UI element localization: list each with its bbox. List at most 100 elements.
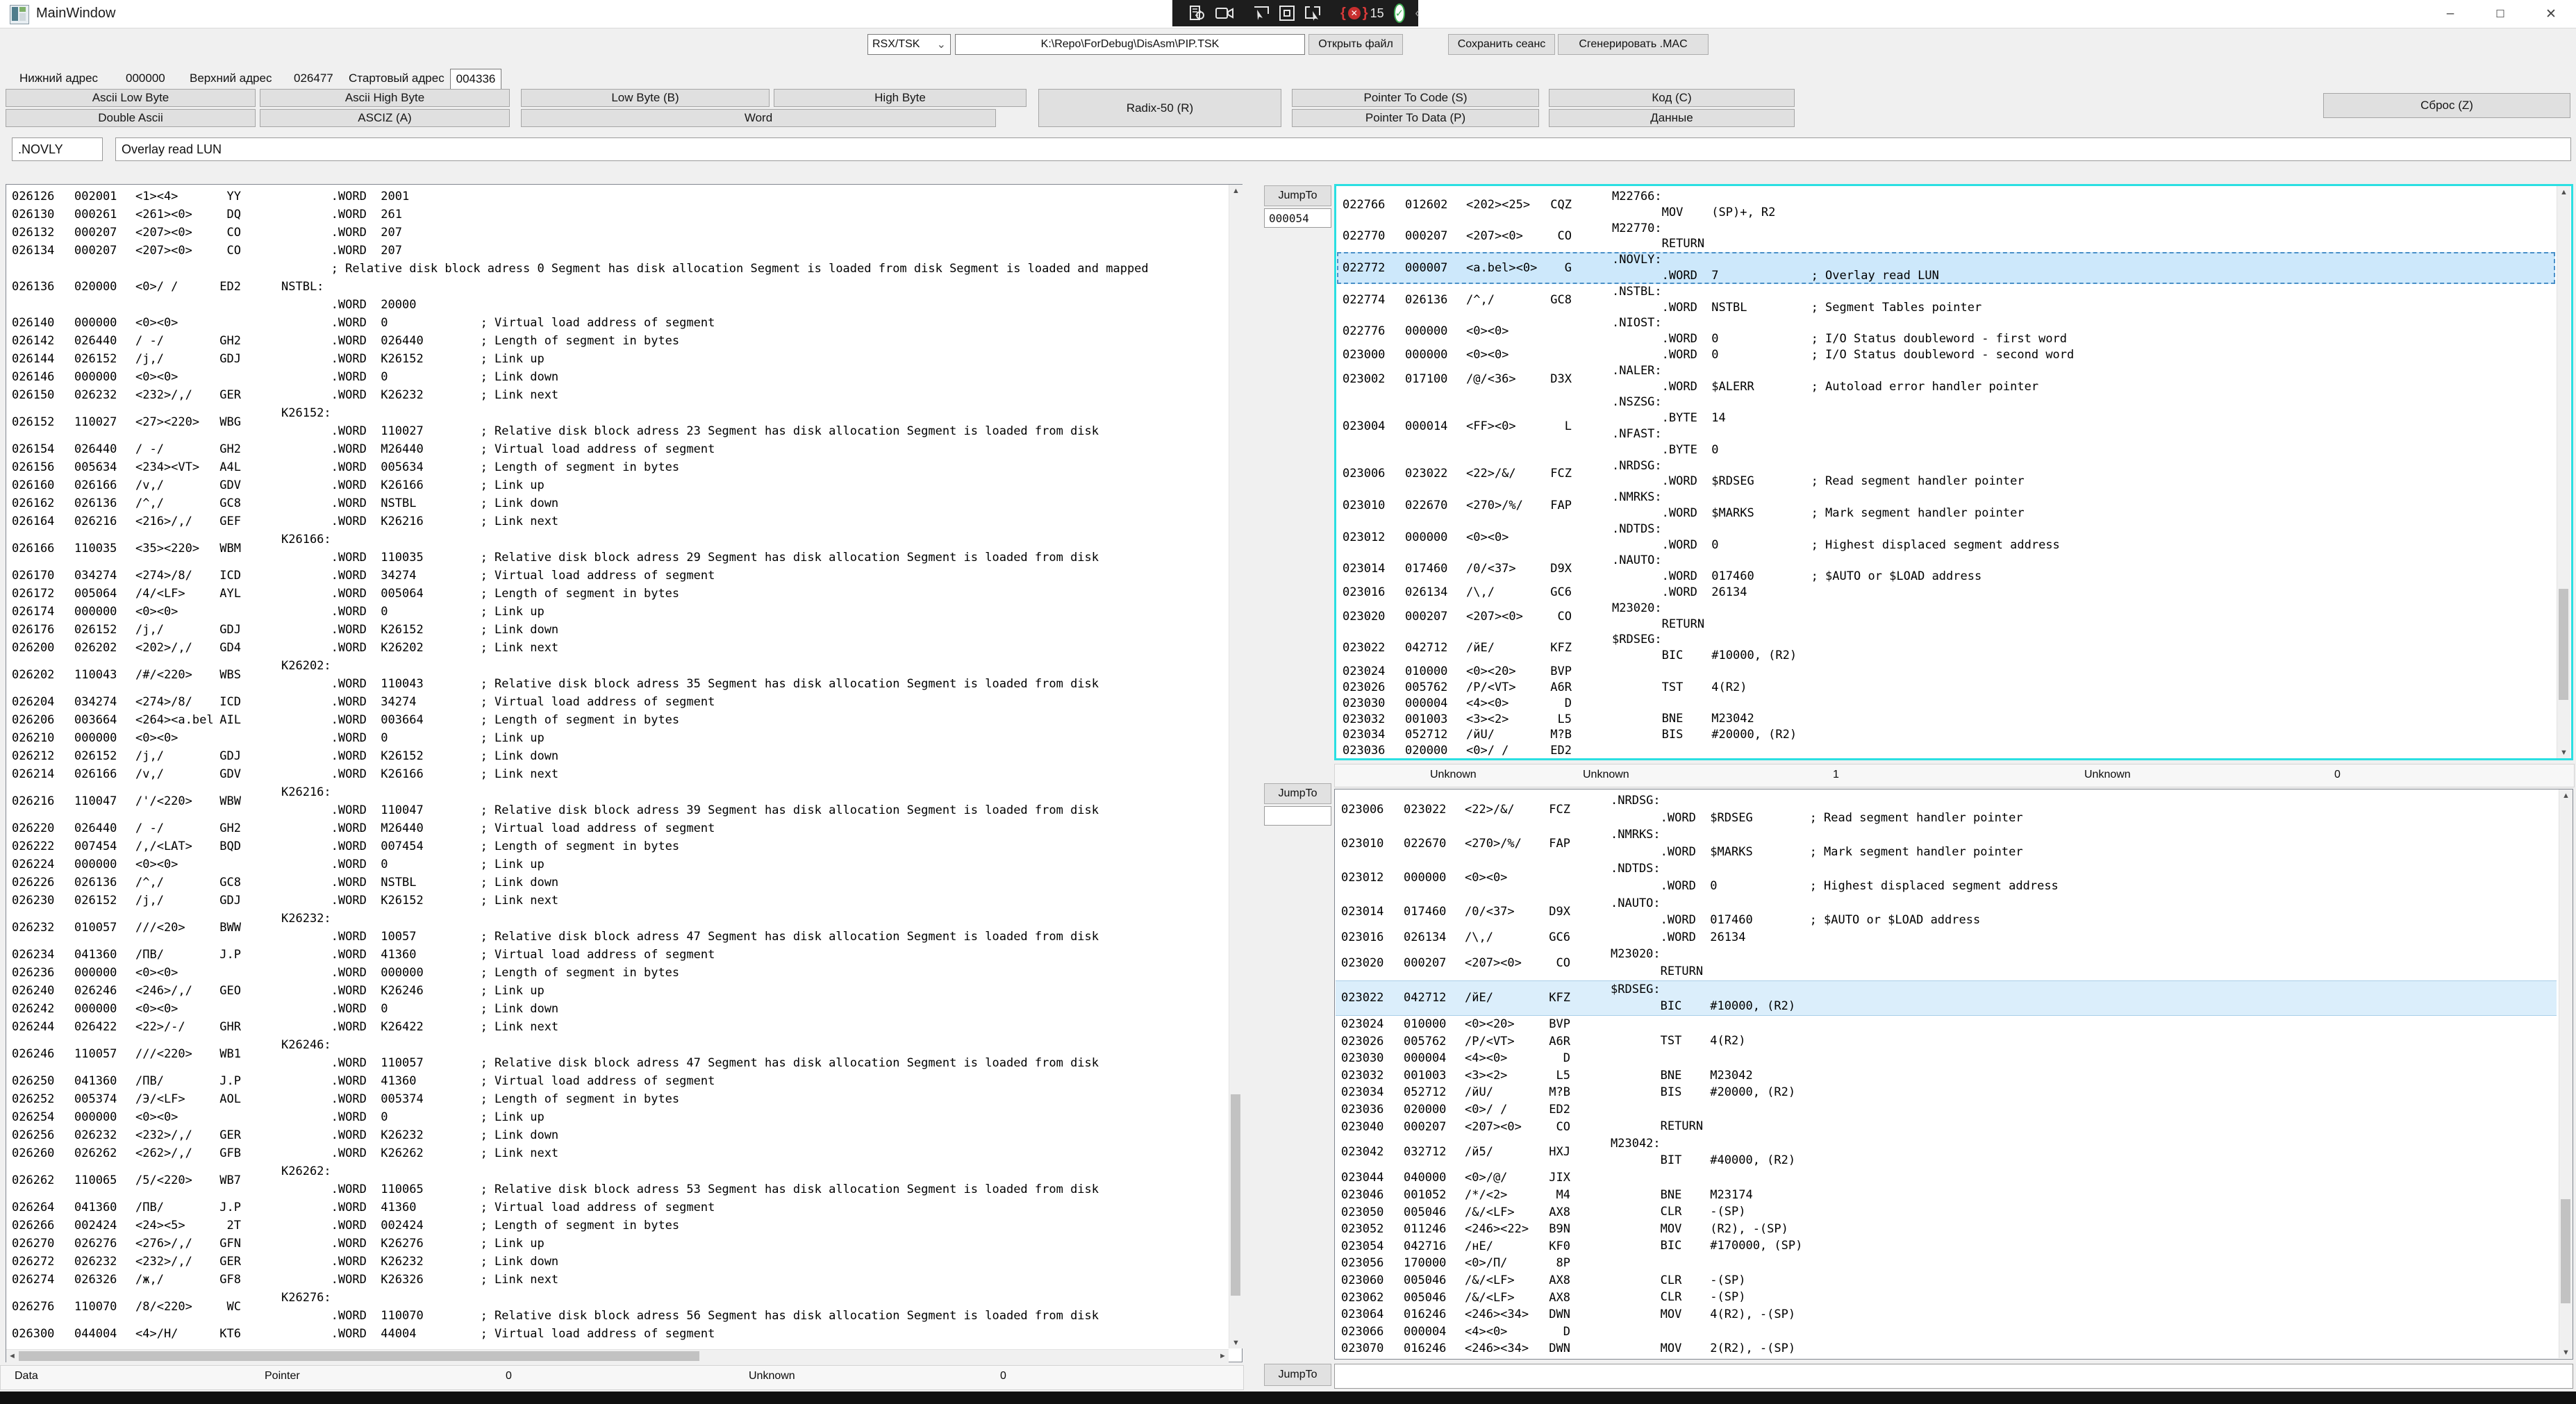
listing-row[interactable]: 026264041360/ПВ/J.P .WORD 41360 ; Virtua…	[6, 1198, 1227, 1217]
pointer-to-data-button[interactable]: Pointer To Data (P)	[1292, 109, 1539, 127]
listing-row[interactable]: 026266002424<24><5>2T .WORD 002424 ; Len…	[6, 1217, 1227, 1235]
listing-row[interactable]: 026272026232<232>/,/GER .WORD K26232 ; L…	[6, 1253, 1227, 1271]
listing-row[interactable]: 026132000207<207><0>CO .WORD 207	[6, 224, 1227, 242]
log-target-icon[interactable]	[1189, 5, 1206, 22]
scrollbar-vertical[interactable]: ▲ ▼	[2557, 186, 2570, 758]
listing-row[interactable]: 026150026232<232>/,/GER .WORD K26232 ; L…	[6, 386, 1227, 404]
listing-row[interactable]: 026216110047/'/<220>WBWK26216: .WORD 110…	[6, 783, 1227, 819]
listing-row[interactable]: 023044040000<0>/@/JIX	[1336, 1169, 2557, 1187]
ascii-high-byte-button[interactable]: Ascii High Byte	[260, 89, 510, 107]
listing-row[interactable]: 023060005046/&/<LF>AX8 CLR -(SP)	[1336, 1272, 2557, 1289]
disassembly-listing-top[interactable]: 022766012602<202><25>CQZM22766: MOV (SP)…	[1337, 189, 2555, 757]
jumpto-button-top[interactable]: JumpTo	[1264, 185, 1331, 206]
listing-row[interactable]: 026230026152/j,/GDJ .WORD K26152 ; Link …	[6, 892, 1227, 910]
listing-row[interactable]: 026144026152/j,/GDJ .WORD K26152 ; Link …	[6, 350, 1227, 368]
listing-row[interactable]: 023016026134/\,/GC6 .WORD 26134	[1337, 585, 2555, 601]
listing-row[interactable]: 026206003664<264><a.belAIL .WORD 003664 …	[6, 711, 1227, 729]
reset-button[interactable]: Сброс (Z)	[2323, 93, 2570, 118]
listing-row[interactable]: 026260026262<262>/,/GFB .WORD K26262 ; L…	[6, 1144, 1227, 1162]
listing-row[interactable]: 023042032712/й5/HXJM23042: BIT #40000, (…	[1336, 1135, 2557, 1169]
scrollbar-vertical[interactable]: ▲ ▼	[1229, 185, 1243, 1348]
radix50-button[interactable]: Radix-50 (R)	[1038, 89, 1281, 127]
listing-row[interactable]: 026270026276<276>/,/GFN .WORD K26276 ; L…	[6, 1235, 1227, 1253]
scrollbar-vertical[interactable]: ▲ ▼	[2559, 789, 2573, 1358]
listing-row[interactable]: 026244026422<22>/-/GHR .WORD K26422 ; Li…	[6, 1018, 1227, 1036]
listing-row[interactable]: 023054042716/нЕ/KF0 BIC #170000, (SP)	[1336, 1237, 2557, 1255]
disassembly-listing-main[interactable]: 026126002001<1><4>YY .WORD 2001026130000…	[6, 187, 1227, 1347]
code-button[interactable]: Код (C)	[1549, 89, 1795, 107]
listing-row[interactable]: 022774026136/^,/GC8.NSTBL: .WORD NSTBL ;…	[1337, 284, 2555, 316]
listing-row[interactable]: 023036020000<0>/ /ED2	[1336, 1101, 2557, 1119]
listing-row[interactable]: 023030000004<4><0>D	[1336, 1050, 2557, 1067]
listing-row[interactable]: 023010022670<270>/%/FAP.NMRKS: .WORD $MA…	[1336, 826, 2557, 860]
listing-row[interactable]: 026242000000<0><0> .WORD 0 ; Link down	[6, 1000, 1227, 1018]
ascii-low-byte-button[interactable]: Ascii Low Byte	[6, 89, 256, 107]
listing-row[interactable]: 026176026152/j,/GDJ .WORD K26152 ; Link …	[6, 621, 1227, 639]
listing-row[interactable]: 026240026246<246>/,/GEO .WORD K26246 ; L…	[6, 982, 1227, 1000]
listing-row[interactable]: 026232010057///<20>BWWK26232: .WORD 1005…	[6, 910, 1227, 946]
disassembly-listing-bottom[interactable]: 023006023022<22>/&/FCZ.NRDSG: .WORD $RDS…	[1336, 792, 2557, 1357]
listing-row[interactable]: 026212026152/j,/GDJ .WORD K26152 ; Link …	[6, 747, 1227, 765]
listing-row[interactable]: 023020000207<207><0>COM23020: RETURN	[1337, 601, 2555, 633]
listing-row[interactable]: 026164026216<216>/,/GEF .WORD K26216 ; L…	[6, 512, 1227, 530]
listing-row[interactable]: 023030000004<4><0>D	[1337, 696, 2555, 712]
listing-row[interactable]: 026224000000<0><0> .WORD 0 ; Link up	[6, 855, 1227, 874]
listing-row[interactable]: 022766012602<202><25>CQZM22766: MOV (SP)…	[1337, 189, 2555, 221]
generate-mac-button[interactable]: Сгенерировать .MAC	[1558, 34, 1709, 55]
scroll-left-icon[interactable]: ◄	[6, 1350, 18, 1362]
listing-row[interactable]: 023012000000<0><0>.NDTDS: .WORD 0 ; High…	[1337, 521, 2555, 553]
listing-row[interactable]: 026222007454/,/<LAT>BQD .WORD 007454 ; L…	[6, 837, 1227, 855]
listing-row-selected[interactable]: 022772000007<a.bel><0>G.NOVLY: .WORD 7 ;…	[1337, 252, 2555, 284]
listing-row[interactable]: 023066000004<4><0>D	[1336, 1323, 2557, 1340]
listing-row[interactable]: 026252005374/Э/<LF>AOL .WORD 005374 ; Le…	[6, 1090, 1227, 1108]
low-byte-button[interactable]: Low Byte (B)	[521, 89, 770, 107]
listing-row[interactable]: 023034052712/йU/M?B BIS #20000, (R2)	[1336, 1084, 2557, 1101]
scroll-down-icon[interactable]: ▼	[1229, 1337, 1243, 1348]
listing-row[interactable]: 026300044004<4>/H/KT6 .WORD 44004 ; Virt…	[6, 1325, 1227, 1343]
listing-row[interactable]: 023024010000<0><20>BVP	[1336, 1016, 2557, 1033]
listing-row[interactable]: 026204034274<274>/8/ICD .WORD 34274 ; Vi…	[6, 693, 1227, 711]
listing-row[interactable]: 023026005762/P/<VT>A6R TST 4(R2)	[1336, 1033, 2557, 1050]
listing-row[interactable]: 026202110043/#/<220>WBSK26202: .WORD 110…	[6, 657, 1227, 693]
listing-row[interactable]: 023002017100/@/<36>D3X.NALER: .WORD $ALE…	[1337, 363, 2555, 395]
listing-row[interactable]: 023014017460/0/<37>D9X.NAUTO: .WORD 0174…	[1337, 553, 2555, 585]
listing-row[interactable]: 023020000207<207><0>COM23020: RETURN	[1336, 946, 2557, 980]
scroll-up-icon[interactable]: ▲	[2557, 186, 2570, 198]
listing-row[interactable]: 026140000000<0><0> .WORD 0 ; Virtual loa…	[6, 314, 1227, 332]
listing-row[interactable]: 023032001003<3><2>L5 BNE M23042	[1336, 1067, 2557, 1085]
listing-row[interactable]: 026246110057///<220>WB1K26246: .WORD 110…	[6, 1036, 1227, 1072]
listing-row[interactable]: 026220026440/ -/GH2 .WORD M26440 ; Virtu…	[6, 819, 1227, 837]
listing-row[interactable]: 026154026440/ -/GH2 .WORD M26440 ; Virtu…	[6, 440, 1227, 458]
listing-row[interactable]: 026214026166/v,/GDV .WORD K26166 ; Link …	[6, 765, 1227, 783]
listing-row[interactable]: 023040000207<207><0>CO RETURN	[1336, 1118, 2557, 1135]
listing-row[interactable]: 023000000000<0><0> .WORD 0 ; I/O Status …	[1337, 347, 2555, 363]
scrollbar-thumb[interactable]	[1231, 1094, 1240, 1296]
listing-row[interactable]: 026142026440/ -/GH2 .WORD 026440 ; Lengt…	[6, 332, 1227, 350]
listing-row[interactable]: 026254000000<0><0> .WORD 0 ; Link up	[6, 1108, 1227, 1126]
scroll-up-icon[interactable]: ▲	[2559, 789, 2573, 801]
collapse-chevron-icon[interactable]: ‹	[1415, 6, 1420, 22]
listing-row[interactable]: 023010022670<270>/%/FAP.NMRKS: .WORD $MA…	[1337, 490, 2555, 521]
file-path-input[interactable]: K:\Repo\ForDebug\DisAsm\PIP.TSK	[955, 34, 1305, 55]
listing-row[interactable]: 023046001052/*/<2>M4 BNE M23174	[1336, 1187, 2557, 1204]
jumpto-input-top[interactable]: 000054	[1264, 208, 1331, 228]
listing-row[interactable]: 026256026232<232>/,/GER .WORD K26232 ; L…	[6, 1126, 1227, 1144]
listing-row[interactable]: 023034052712/йU/M?B BIS #20000, (R2)	[1337, 727, 2555, 743]
scrollbar-horizontal[interactable]: ◄ ►	[6, 1349, 1229, 1362]
listing-row[interactable]: 023062005046/&/<LF>AX8 CLR -(SP)	[1336, 1289, 2557, 1306]
high-byte-button[interactable]: High Byte	[774, 89, 1027, 107]
listing-row[interactable]: 023016026134/\,/GC6 .WORD 26134	[1336, 929, 2557, 946]
format-combo[interactable]: RSX/TSK ⌄	[867, 34, 951, 55]
listing-row[interactable]: 023050005046/&/<LF>AX8 CLR -(SP)	[1336, 1203, 2557, 1221]
listing-row[interactable]: 026146000000<0><0> .WORD 0 ; Link down	[6, 368, 1227, 386]
region-cursor-icon[interactable]	[1304, 5, 1321, 22]
listing-row[interactable]: 026130000261<261><0>DQ .WORD 261	[6, 206, 1227, 224]
listing-row[interactable]: 026236000000<0><0> .WORD 000000 ; Length…	[6, 964, 1227, 982]
listing-row[interactable]: 026166110035<35><220>WBMK26166: .WORD 11…	[6, 530, 1227, 567]
scroll-down-icon[interactable]: ▼	[2557, 746, 2570, 758]
listing-row[interactable]: 026152110027<27><220>WBGK26152: .WORD 11…	[6, 404, 1227, 440]
jumpto-button-next[interactable]: JumpTo	[1264, 1364, 1331, 1386]
listing-row[interactable]: 026174000000<0><0> .WORD 0 ; Link up	[6, 603, 1227, 621]
listing-row[interactable]: 022776000000<0><0>.NIOST: .WORD 0 ; I/O …	[1337, 315, 2555, 347]
listing-row[interactable]: 026172005064/4/<LF>AYL .WORD 005064 ; Le…	[6, 585, 1227, 603]
